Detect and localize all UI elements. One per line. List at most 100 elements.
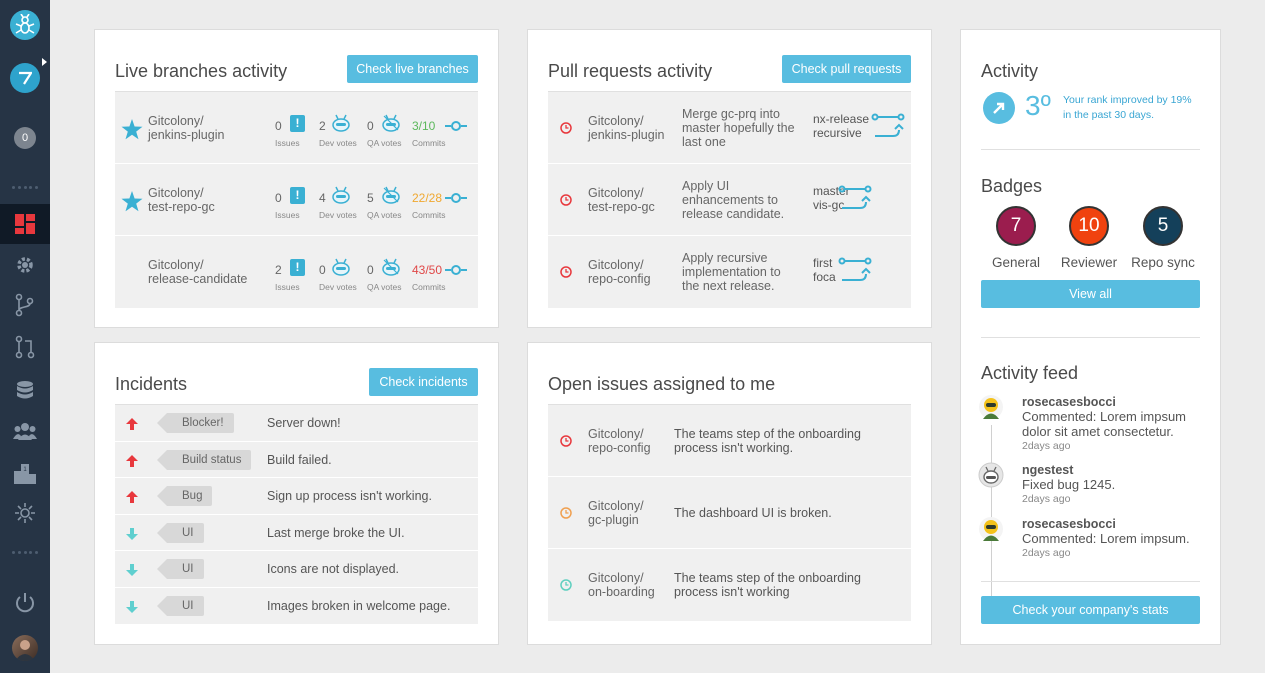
pull-requests-icon[interactable] [12, 334, 38, 360]
badge-circle[interactable]: 5 [1143, 206, 1183, 246]
pull-request-row[interactable]: Gitcolony/repo-config Apply recursive impl… [548, 236, 911, 308]
pull-request-row[interactable]: Gitcolony/jenkins-plugin Merge gc-prq int… [548, 92, 911, 164]
qa-votes-icon [381, 114, 401, 132]
feed-username[interactable]: rosecasesbocci [1022, 517, 1116, 531]
priority-up-arrow-icon [125, 417, 139, 431]
incident-tag: UI [157, 559, 204, 579]
repo-name[interactable]: Gitcolony/gc-plugin [588, 499, 644, 527]
commits-count: 3/10 [412, 119, 436, 133]
pull-requests-list: Gitcolony/jenkins-plugin Merge gc-prq int… [548, 91, 911, 308]
user-avatar[interactable] [12, 635, 38, 661]
leaderboard-icon[interactable]: 1 [12, 460, 38, 486]
incidents-title: Incidents [115, 374, 188, 394]
check-incidents-button[interactable]: Check incidents [369, 368, 478, 396]
repo-name[interactable]: Gitcolony/jenkins-plugin [148, 114, 224, 142]
qa-votes-count: 5 [367, 191, 374, 205]
badge-label: Repo sync [1131, 255, 1195, 270]
pull-requests-card: Pull requests activity Check pull reques… [527, 29, 932, 328]
badge-circle[interactable]: 10 [1069, 206, 1109, 246]
badge-circle[interactable]: 7 [996, 206, 1036, 246]
branch-pair: nx-release recursive [813, 112, 870, 140]
incident-text[interactable]: Images broken in welcome page. [267, 599, 450, 613]
incidents-card: Incidents Check incidents Blocker! Server… [94, 342, 499, 645]
feed-message: Commented: Lorem impsum. [1022, 531, 1190, 546]
incident-row[interactable]: Blocker! Server down! [115, 405, 478, 442]
incident-text[interactable]: Icons are not displayed. [267, 562, 399, 576]
database-icon[interactable] [12, 378, 38, 404]
issues-count: 0 [275, 191, 282, 205]
divider [981, 337, 1200, 338]
open-issues-card: Open issues assigned to me Gitcolony/rep… [527, 342, 932, 645]
team-icon[interactable] [12, 418, 38, 444]
feed-username[interactable]: ngestest [1022, 463, 1073, 477]
repo-name[interactable]: Gitcolony/test-repo-gc [148, 186, 215, 214]
incident-row[interactable]: UI Icons are not displayed. [115, 551, 478, 588]
pull-request-row[interactable]: Gitcolony/test-repo-gc Apply UI enhancemen… [548, 164, 911, 236]
branch-row[interactable]: Gitcolony/jenkins-plugin 0! Issues 2 Dev vot… [115, 92, 478, 164]
issue-row[interactable]: Gitcolony/gc-plugin The dashboard UI is b… [548, 477, 911, 549]
dashboard-icon[interactable] [12, 211, 38, 237]
feed-user-avatar[interactable] [978, 462, 1004, 488]
repo-name[interactable]: Gitcolony/jenkins-plugin [588, 114, 664, 142]
branches-icon[interactable] [12, 292, 38, 318]
pull-request-title[interactable]: Apply UI enhancements to release candidate… [682, 179, 802, 221]
gitcolony-logo-icon[interactable] [10, 10, 40, 40]
star-icon[interactable] [121, 191, 143, 217]
dev-votes-label: Dev votes [319, 282, 357, 292]
company-stats-button[interactable]: Check your company's stats [981, 596, 1200, 624]
feed-user-avatar[interactable] [978, 394, 1004, 420]
repo-name[interactable]: Gitcolony/test-repo-gc [588, 186, 655, 214]
view-all-badges-button[interactable]: View all [981, 280, 1200, 308]
pending-clock-icon [560, 121, 572, 134]
incident-row[interactable]: Bug Sign up process isn't working. [115, 478, 478, 515]
separator-dots [12, 186, 38, 189]
check-pull-requests-button[interactable]: Check pull requests [782, 55, 911, 83]
incident-row[interactable]: UI Last merge broke the UI. [115, 515, 478, 551]
settings-gear-icon[interactable] [12, 252, 38, 278]
incident-text[interactable]: Build failed. [267, 453, 332, 467]
live-branches-title: Live branches activity [115, 61, 288, 81]
qa-votes-label: QA votes [367, 138, 402, 148]
notification-count-badge[interactable]: 0 [14, 127, 36, 149]
incidents-list: Blocker! Server down! Build status Build fa… [115, 404, 478, 624]
pull-request-title[interactable]: Merge gc-prq into master hopefully the las… [682, 107, 802, 149]
check-live-branches-button[interactable]: Check live branches [347, 55, 478, 83]
issue-text[interactable]: The teams step of the onboarding process … [674, 427, 861, 455]
repo-name[interactable]: Gitcolony/on-boarding [588, 571, 655, 599]
issue-text[interactable]: The teams step of the onboarding process … [674, 571, 861, 599]
commit-icon [445, 191, 467, 203]
feed-user-avatar[interactable] [978, 516, 1004, 542]
repo-name[interactable]: Gitcolony/release-candidate [148, 258, 247, 286]
repo-name[interactable]: Gitcolony/repo-config [588, 427, 651, 455]
rank-up-arrow-icon [983, 92, 1015, 124]
qa-votes-label: QA votes [367, 282, 402, 292]
branch-row[interactable]: Gitcolony/release-candidate 2! Issues 0 Dev … [115, 236, 478, 308]
branch-row[interactable]: Gitcolony/test-repo-gc 0! Issues 4 Dev votes… [115, 164, 478, 236]
issues-alert-icon: ! [290, 187, 305, 204]
power-logout-icon[interactable] [12, 590, 38, 616]
issue-row[interactable]: Gitcolony/repo-config The teams step of t… [548, 405, 911, 477]
dev-votes-label: Dev votes [319, 210, 357, 220]
pull-request-title[interactable]: Apply recursive implementation to the next… [682, 251, 802, 293]
issue-row[interactable]: Gitcolony/on-boarding The teams step of t… [548, 549, 911, 621]
incident-text[interactable]: Sign up process isn't working. [267, 489, 432, 503]
feed-username[interactable]: rosecasesbocci [1022, 395, 1116, 409]
integrations-icon[interactable] [12, 500, 38, 526]
incident-text[interactable]: Last merge broke the UI. [267, 526, 405, 540]
activity-card: Activity 3º Your rank improved by 19% in… [960, 29, 1221, 645]
issue-text[interactable]: The dashboard UI is broken. [674, 506, 832, 520]
commit-icon [445, 263, 467, 275]
commits-label: Commits [412, 282, 446, 292]
repo-name[interactable]: Gitcolony/repo-config [588, 258, 651, 286]
caret-right-icon[interactable] [42, 58, 47, 66]
divider [981, 581, 1200, 582]
star-icon[interactable] [121, 119, 143, 145]
qa-votes-icon [381, 258, 401, 276]
feed-message: Fixed bug 1245. [1022, 477, 1116, 492]
incident-text[interactable]: Server down! [267, 416, 341, 430]
incident-row[interactable]: UI Images broken in welcome page. [115, 588, 478, 625]
incident-row[interactable]: Build status Build failed. [115, 442, 478, 478]
branch-pair: first foca [813, 256, 836, 284]
project-switcher-icon[interactable] [10, 63, 40, 93]
divider [981, 149, 1200, 150]
